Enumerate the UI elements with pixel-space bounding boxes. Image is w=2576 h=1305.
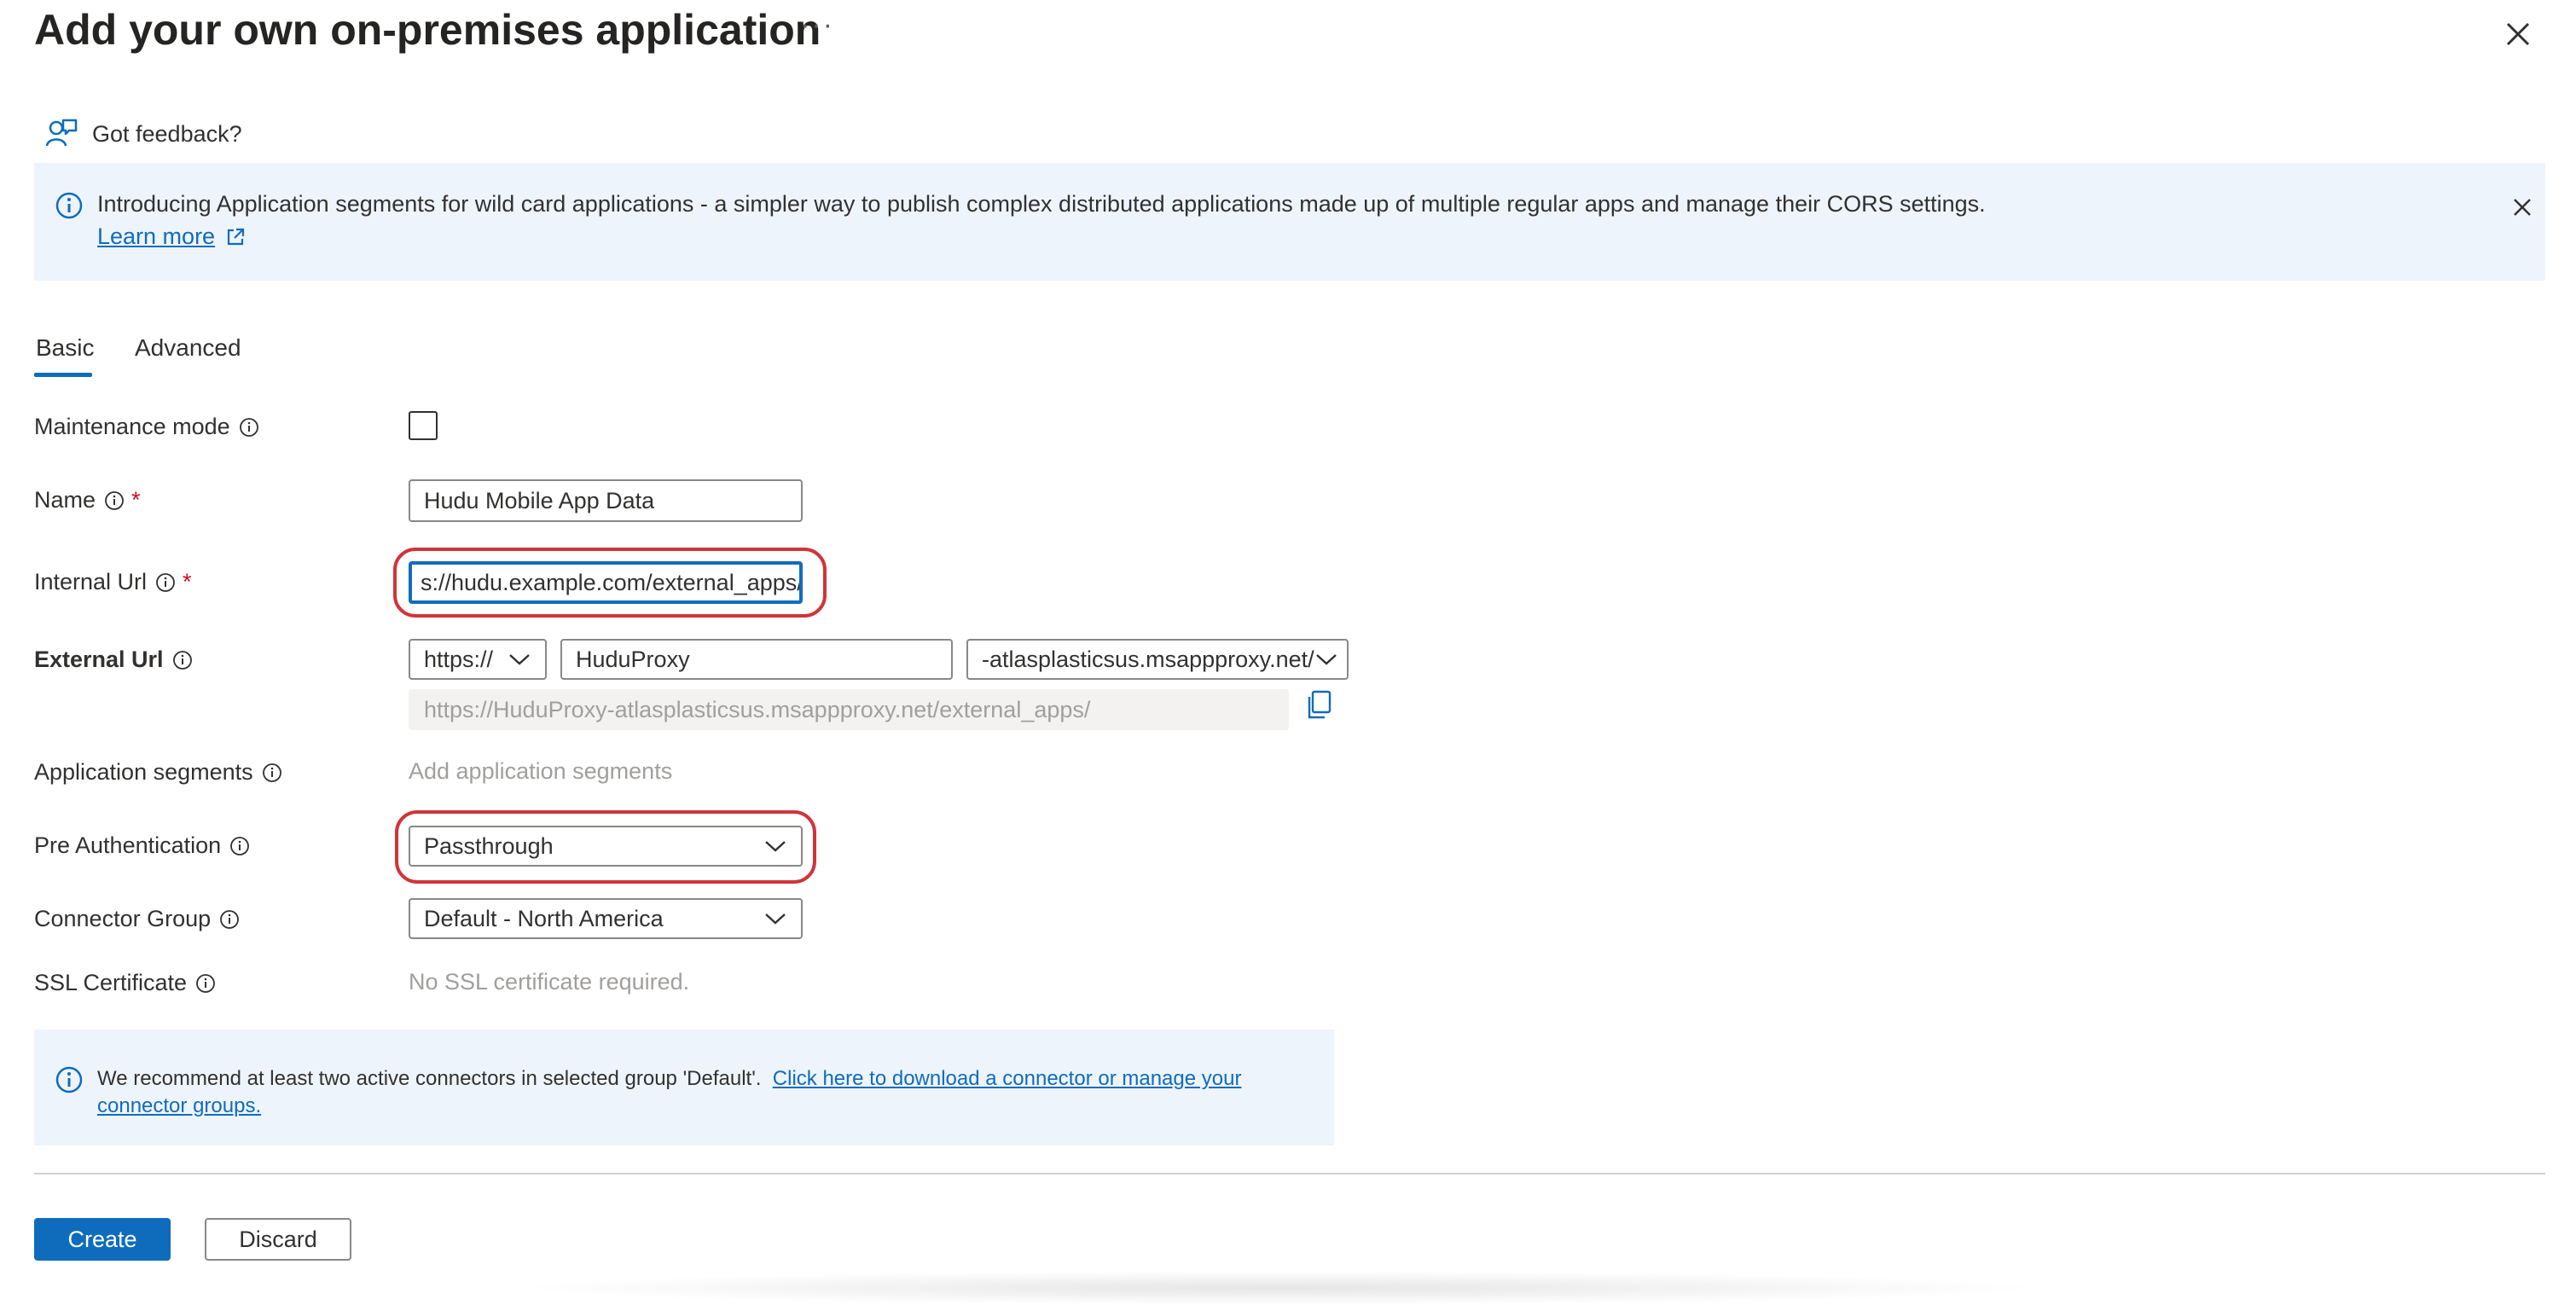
bottom-shadow xyxy=(512,1271,2047,1305)
external-url-text: External Url xyxy=(34,647,164,672)
notice-text: We recommend at least two active connect… xyxy=(97,1065,1308,1120)
domain-value: -atlasplasticsus.msappproxy.net/ xyxy=(982,646,1314,672)
internal-url-label: Internal Url * xyxy=(34,569,192,595)
ssl-value: No SSL certificate required. xyxy=(409,969,690,995)
ssl-text: SSL Certificate xyxy=(34,970,188,995)
scheme-value: https:// xyxy=(424,646,494,672)
info-banner xyxy=(34,163,2545,281)
add-app-segments-link[interactable]: Add application segments xyxy=(409,758,672,785)
discard-button[interactable]: Discard xyxy=(205,1218,351,1261)
required-marker: * xyxy=(131,487,141,513)
connector-group-label: Connector Group xyxy=(34,906,240,932)
pre-auth-text: Pre Authentication xyxy=(34,832,222,858)
info-icon[interactable] xyxy=(229,836,250,856)
tab-advanced[interactable]: Advanced xyxy=(135,334,241,362)
chevron-down-icon xyxy=(765,841,786,852)
app-segments-label: Application segments xyxy=(34,759,282,786)
learn-more-link[interactable]: Learn more xyxy=(97,223,246,250)
external-url-label: External Url xyxy=(34,647,193,673)
connector-group-value: Default - North America xyxy=(424,905,664,931)
pre-auth-label: Pre Authentication xyxy=(34,832,250,859)
chevron-down-icon xyxy=(509,654,530,665)
feedback-button[interactable]: Got feedback? xyxy=(44,114,242,154)
notice-message: We recommend at least two active connect… xyxy=(97,1067,762,1090)
name-text: Name xyxy=(34,487,96,513)
chevron-down-icon xyxy=(765,914,786,925)
name-label: Name * xyxy=(34,487,141,513)
chevron-down-icon xyxy=(1315,654,1337,665)
external-url-full-field: https://HuduProxy-atlasplasticsus.msappp… xyxy=(409,689,1289,730)
tab-basic[interactable]: Basic xyxy=(36,334,94,362)
external-url-prefix-input[interactable]: HuduProxy xyxy=(560,639,953,680)
internal-url-text: Internal Url xyxy=(34,569,148,594)
more-options-button[interactable]: ··· xyxy=(800,9,834,42)
create-button[interactable]: Create xyxy=(34,1218,171,1261)
info-icon[interactable] xyxy=(262,763,282,783)
internal-url-input[interactable]: s://hudu.example.com/external_apps/ xyxy=(409,561,803,604)
app-segments-text: Application segments xyxy=(34,759,253,785)
info-icon[interactable] xyxy=(155,572,176,593)
info-icon[interactable] xyxy=(195,973,216,994)
selected-tab-indicator xyxy=(34,373,92,377)
feedback-icon xyxy=(45,119,78,147)
banner-text: Introducing Application segments for wil… xyxy=(97,191,1986,217)
learn-more-label: Learn more xyxy=(97,223,216,249)
internal-url-value: s://hudu.example.com/external_apps/ xyxy=(421,569,803,595)
connector-group-dropdown[interactable]: Default - North America xyxy=(409,898,803,939)
pre-auth-value: Passthrough xyxy=(424,832,554,859)
info-icon[interactable] xyxy=(104,490,125,511)
domain-dropdown[interactable]: -atlasplasticsus.msappproxy.net/ xyxy=(966,639,1349,680)
feedback-label: Got feedback? xyxy=(92,120,242,147)
ssl-label: SSL Certificate xyxy=(34,970,216,996)
required-marker: * xyxy=(183,569,192,594)
copy-icon[interactable] xyxy=(1305,689,1334,720)
info-icon[interactable] xyxy=(239,417,259,438)
info-icon[interactable] xyxy=(172,650,193,670)
connector-group-text: Connector Group xyxy=(34,906,212,931)
dismiss-banner-icon[interactable] xyxy=(2508,193,2537,222)
scheme-dropdown[interactable]: https:// xyxy=(409,639,547,680)
maintenance-mode-checkbox[interactable] xyxy=(409,411,438,440)
pre-auth-dropdown[interactable]: Passthrough xyxy=(409,826,803,867)
page-title: Add your own on-premises application xyxy=(34,6,821,54)
info-icon xyxy=(55,1066,83,1093)
close-icon[interactable] xyxy=(2499,15,2537,53)
external-link-icon xyxy=(227,228,245,245)
maintenance-mode-label: Maintenance mode xyxy=(34,414,259,440)
name-input[interactable]: Hudu Mobile App Data xyxy=(409,479,803,522)
footer-divider xyxy=(34,1173,2545,1174)
maintenance-mode-text: Maintenance mode xyxy=(34,414,230,439)
info-icon[interactable] xyxy=(219,909,240,930)
info-icon xyxy=(55,192,83,219)
